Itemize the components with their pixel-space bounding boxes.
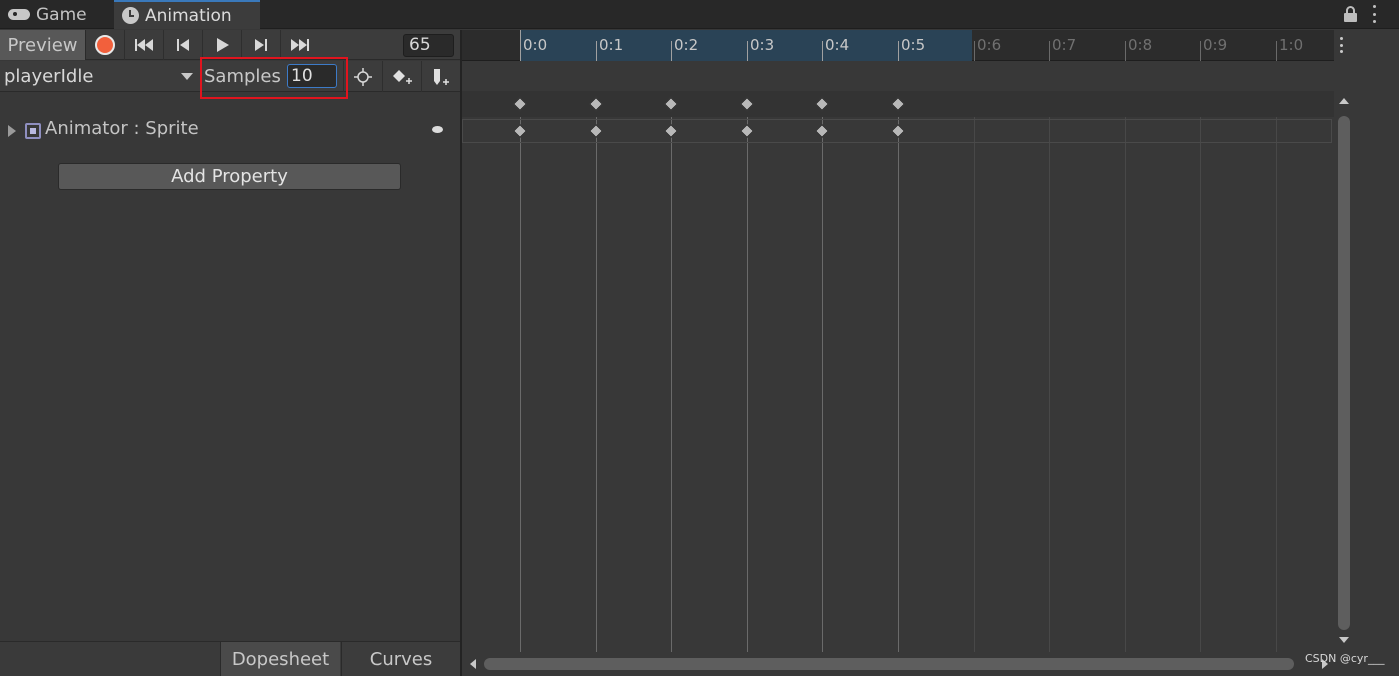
crosshair-icon	[353, 67, 372, 86]
grid-line	[822, 92, 823, 652]
playback-toolbar: Preview 65	[0, 30, 460, 60]
skip-to-end-icon	[290, 39, 309, 51]
ruler-tick-mark	[596, 41, 597, 61]
tab-animation-label: Animation	[145, 5, 232, 26]
grid-line	[1276, 92, 1277, 652]
tab-game[interactable]: Game	[8, 0, 112, 29]
time-ruler[interactable]: 0:0 0:1 0:2 0:3 0:4 0:5 0:6 0:7 0:8 0:9 1:0	[462, 30, 1334, 61]
grid-line	[1200, 92, 1201, 652]
ruler-tick-mark	[1049, 41, 1050, 61]
grid-line	[898, 92, 899, 652]
add-keyframe-button[interactable]	[382, 61, 420, 92]
add-property-button[interactable]: Add Property	[58, 163, 401, 190]
grid-line	[1125, 92, 1126, 652]
ruler-tick-mark	[822, 41, 823, 61]
record-icon	[95, 35, 115, 55]
add-event-icon	[433, 68, 449, 85]
previous-keyframe-button[interactable]	[163, 30, 201, 60]
ruler-tick-mark	[1125, 41, 1126, 61]
clip-dropdown[interactable]: playerIdle	[0, 61, 198, 92]
skip-to-start-icon	[134, 39, 153, 51]
vertical-scroll-thumb[interactable]	[1338, 116, 1350, 630]
frame-field[interactable]: 65	[403, 34, 454, 57]
grid-line	[1049, 92, 1050, 652]
property-row[interactable]: Animator : Sprite	[0, 116, 460, 144]
scroll-down-icon[interactable]	[1339, 637, 1349, 643]
tab-game-label: Game	[36, 4, 87, 25]
ruler-tick-mark	[1200, 41, 1201, 61]
ruler-tick-label: 0:1	[599, 36, 624, 54]
vertical-scrollbar[interactable]	[1334, 92, 1354, 652]
play-button[interactable]	[202, 30, 240, 60]
last-keyframe-button[interactable]	[280, 30, 318, 60]
horizontal-scrollbar[interactable]	[462, 652, 1399, 676]
grid-line	[671, 92, 672, 652]
scroll-up-icon[interactable]	[1339, 98, 1349, 104]
ruler-tick-mark	[898, 41, 899, 61]
tab-dopesheet[interactable]: Dopesheet	[220, 642, 340, 676]
add-keyframe-icon	[392, 69, 412, 84]
gamepad-icon	[8, 9, 30, 20]
ruler-tick-mark	[974, 41, 975, 61]
dopesheet-timeline[interactable]: 0:0 0:1 0:2 0:3 0:4 0:5 0:6 0:7 0:8 0:9 1:0 CSDN @…	[462, 30, 1399, 676]
sprite-icon	[25, 123, 41, 139]
ruler-tick-label: 0:0	[523, 36, 548, 54]
chevron-down-icon	[181, 73, 193, 80]
ruler-tick-mark	[671, 41, 672, 61]
tab-animation[interactable]: Animation	[114, 0, 260, 29]
play-icon	[216, 38, 229, 52]
foldout-arrow-icon[interactable]	[8, 125, 16, 137]
clip-name: playerIdle	[4, 66, 94, 87]
timeline-options-icon[interactable]	[1340, 37, 1344, 53]
grid-line	[520, 92, 521, 652]
visibility-dot-icon[interactable]	[432, 126, 443, 133]
watermark-text: CSDN @cyr___	[1305, 652, 1385, 665]
ruler-tick-label: 0:2	[674, 36, 699, 54]
ruler-tick-label: 0:4	[825, 36, 850, 54]
ruler-tick-label: 0:9	[1203, 36, 1228, 54]
preview-button[interactable]: Preview	[0, 30, 86, 60]
grid-line	[974, 92, 975, 652]
ruler-tick-mark	[747, 41, 748, 61]
window-menu-icon[interactable]	[1371, 5, 1377, 23]
clock-icon	[122, 7, 139, 24]
ruler-tick-label: 0:7	[1052, 36, 1077, 54]
step-forward-icon	[254, 39, 267, 51]
clip-toolbar: playerIdle Samples 10	[0, 57, 460, 99]
ruler-tick-label: 0:6	[977, 36, 1002, 54]
grid-line	[747, 92, 748, 652]
property-label: Animator : Sprite	[45, 118, 199, 139]
record-button[interactable]	[87, 30, 123, 60]
ruler-tick-label: 0:3	[750, 36, 775, 54]
tab-curves[interactable]: Curves	[341, 642, 460, 676]
first-keyframe-button[interactable]	[124, 30, 162, 60]
grid-line	[596, 92, 597, 652]
animation-left-panel: Preview 65 playerIdle Samples 10 Animato…	[0, 30, 460, 676]
step-back-icon	[176, 39, 189, 51]
horizontal-scroll-thumb[interactable]	[484, 658, 1294, 670]
lock-icon[interactable]	[1344, 6, 1358, 22]
next-keyframe-button[interactable]	[241, 30, 279, 60]
ruler-tick-label: 1:0	[1279, 36, 1304, 54]
window-tab-bar: Game Animation	[0, 0, 1399, 29]
ruler-tick-mark	[520, 30, 521, 61]
view-mode-bar: Dopesheet Curves	[0, 641, 460, 676]
ruler-tick-label: 0:5	[901, 36, 926, 54]
filter-by-selection-button[interactable]	[343, 61, 381, 92]
property-list: Animator : Sprite Add Property	[0, 92, 460, 642]
ruler-tick-mark	[1276, 41, 1277, 61]
add-event-button[interactable]	[421, 61, 459, 92]
scroll-left-icon[interactable]	[470, 659, 476, 669]
ruler-tick-label: 0:8	[1128, 36, 1153, 54]
